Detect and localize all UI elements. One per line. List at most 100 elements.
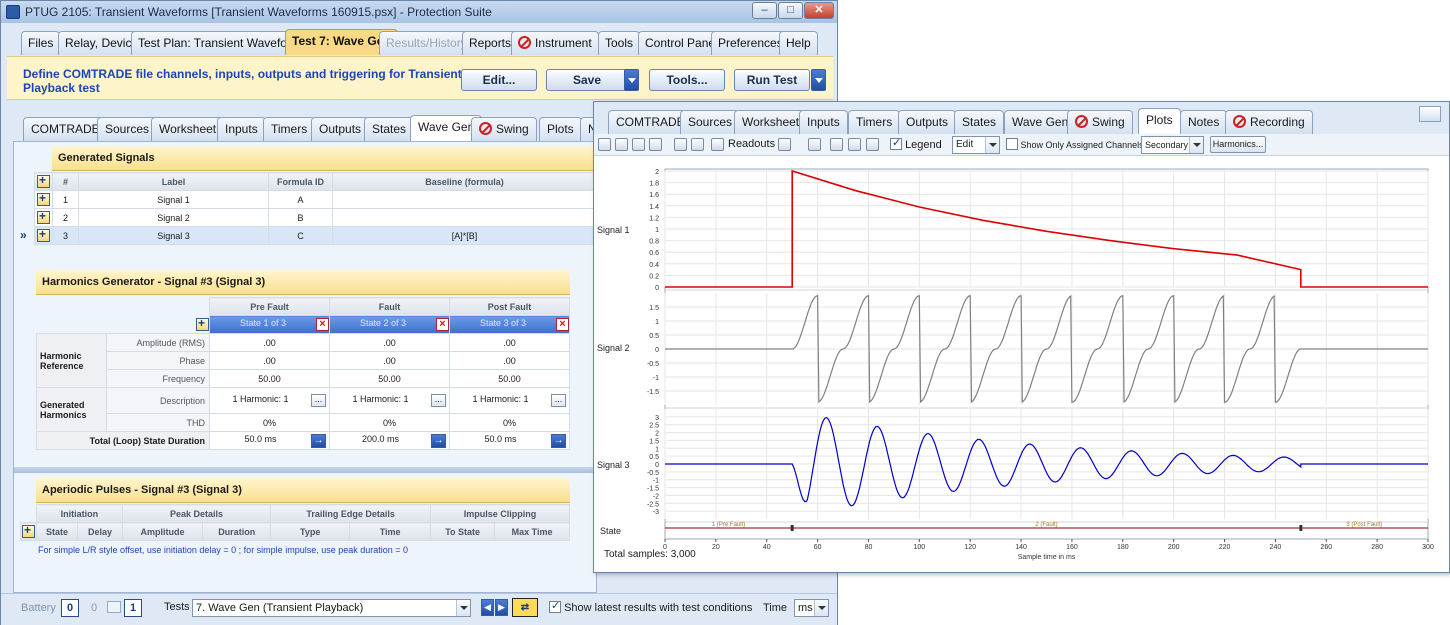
row-baseline[interactable] xyxy=(332,208,597,227)
print-icon[interactable] xyxy=(830,138,843,151)
tests-select[interactable]: 7. Wave Gen (Transient Playback) xyxy=(192,599,471,617)
duration-fault[interactable]: 200.0 ms → xyxy=(329,431,450,450)
add-row-icon[interactable] xyxy=(37,209,50,224)
checkbox-icon[interactable] xyxy=(549,599,561,613)
subtab-worksheet[interactable]: Worksheet xyxy=(151,117,225,141)
battery-value[interactable]: 0 xyxy=(61,599,79,617)
copy-icon[interactable] xyxy=(778,138,791,151)
tab-instrument[interactable]: Instrument xyxy=(511,31,599,55)
phase-pre[interactable]: .00 xyxy=(209,351,330,370)
subtab-plots[interactable]: Plots xyxy=(539,117,582,141)
tab-help[interactable]: Help xyxy=(779,31,818,55)
legend-toggle[interactable]: Legend xyxy=(890,136,942,151)
subtab-inputs[interactable]: Inputs xyxy=(799,110,848,134)
state-3-cell[interactable]: State 3 of 3 × xyxy=(449,315,570,334)
row-formula[interactable]: C xyxy=(268,226,333,245)
subtab-plots[interactable]: Plots xyxy=(1138,108,1181,134)
run-test-dropdown-arrow[interactable] xyxy=(811,69,826,91)
table-row-selected[interactable]: 3 Signal 3 C [A]*[B] xyxy=(34,226,597,245)
save-button[interactable]: Save xyxy=(546,69,628,91)
subtab-recording[interactable]: Recording xyxy=(1225,110,1313,134)
save-dropdown-arrow[interactable] xyxy=(624,69,639,91)
minimize-button[interactable]: – xyxy=(752,2,777,19)
prev-test-button[interactable]: ◀ xyxy=(481,599,494,616)
amplitude-pre[interactable]: .00 xyxy=(209,333,330,352)
frequency-fault[interactable]: 50.00 xyxy=(329,369,450,388)
save-icon[interactable] xyxy=(808,138,821,151)
delete-icon[interactable]: × xyxy=(436,318,449,331)
subtab-states[interactable]: States xyxy=(364,117,415,141)
show-assigned-toggle[interactable]: Show Only Assigned Channels xyxy=(1006,138,1144,150)
add-row-icon[interactable] xyxy=(37,227,50,242)
row-formula[interactable]: A xyxy=(268,190,333,209)
zoom-in-icon[interactable] xyxy=(632,138,645,151)
description-fault[interactable]: 1 Harmonic: 1... xyxy=(329,387,450,414)
duration-pre[interactable]: 50.0 ms → xyxy=(209,431,330,450)
maximize-button[interactable]: □ xyxy=(778,2,803,19)
subtab-comtrade[interactable]: COMTRADE xyxy=(23,117,108,141)
readouts-icon[interactable] xyxy=(711,138,724,151)
subtab-worksheet[interactable]: Worksheet xyxy=(734,110,808,134)
row-baseline[interactable]: [A]*[B] xyxy=(332,226,597,245)
checkbox-icon[interactable] xyxy=(1006,138,1018,150)
row-baseline[interactable] xyxy=(332,190,597,209)
subtab-wave-gen[interactable]: Wave Gen xyxy=(1004,110,1077,134)
cursor-pair-icon[interactable] xyxy=(691,138,704,151)
page-icon[interactable] xyxy=(848,138,861,151)
subtab-outputs[interactable]: Outputs xyxy=(898,110,957,134)
subtab-sources[interactable]: Sources xyxy=(97,117,158,141)
zoom-out-icon[interactable] xyxy=(649,138,662,151)
readouts-label[interactable]: Readouts xyxy=(728,138,775,150)
zoom-reset-icon[interactable] xyxy=(615,138,628,151)
tab-results-history[interactable]: Results/History xyxy=(379,31,474,55)
export-icon[interactable]: ⇄ xyxy=(512,598,538,617)
row-add-cell[interactable] xyxy=(34,190,53,209)
phase-post[interactable]: .00 xyxy=(449,351,570,370)
print-preview-icon[interactable] xyxy=(866,138,879,151)
row-add-cell[interactable] xyxy=(34,226,53,245)
row-label[interactable]: Signal 3 xyxy=(78,226,269,245)
add-signal-cell[interactable] xyxy=(34,172,53,191)
subtab-notes[interactable]: Notes xyxy=(1180,110,1228,134)
tools-button[interactable]: Tools... xyxy=(649,69,725,91)
subtab-states[interactable]: States xyxy=(954,110,1005,134)
amplitude-fault[interactable]: .00 xyxy=(329,333,450,352)
zoom-fit-icon[interactable] xyxy=(598,138,611,151)
add-state-icon[interactable] xyxy=(196,316,209,331)
amplitude-post[interactable]: .00 xyxy=(449,333,570,352)
browse-button[interactable]: ... xyxy=(551,394,566,407)
waveform-chart[interactable]: 00.20.40.60.811.21.41.61.82-1.5-1-0.500.… xyxy=(594,157,1449,572)
tab-files[interactable]: Files xyxy=(21,31,61,55)
splitter-handle[interactable] xyxy=(14,467,596,473)
frequency-pre[interactable]: 50.00 xyxy=(209,369,330,388)
description-post[interactable]: 1 Harmonic: 1... xyxy=(449,387,570,414)
table-row[interactable]: 1 Signal 1 A xyxy=(34,190,597,209)
description-pre[interactable]: 1 Harmonic: 1... xyxy=(209,387,330,414)
edit-dropdown[interactable]: Edit xyxy=(952,136,1000,154)
checkbox-icon[interactable] xyxy=(890,136,902,150)
time-unit-select[interactable]: ms xyxy=(794,599,829,617)
window-restore-icon[interactable] xyxy=(1419,106,1441,122)
delete-icon[interactable]: × xyxy=(556,318,569,331)
phase-fault[interactable]: .00 xyxy=(329,351,450,370)
cursor-icon[interactable] xyxy=(674,138,687,151)
next-test-button[interactable]: ▶ xyxy=(495,599,508,616)
browse-button[interactable]: ... xyxy=(311,394,326,407)
subtab-outputs[interactable]: Outputs xyxy=(311,117,370,141)
browse-button[interactable]: ... xyxy=(431,394,446,407)
goto-arrow-icon[interactable]: → xyxy=(311,433,326,448)
state-2-cell[interactable]: State 2 of 3 × xyxy=(329,315,450,334)
tab-preferences[interactable]: Preferences xyxy=(711,31,790,55)
add-state-cell[interactable] xyxy=(36,315,210,334)
show-latest-checkbox[interactable]: Show latest results with test conditions xyxy=(549,599,752,614)
secondary-dropdown[interactable]: Secondary xyxy=(1141,136,1204,154)
subtab-timers[interactable]: Timers xyxy=(263,117,316,141)
tab-reports[interactable]: Reports xyxy=(462,31,519,55)
subtab-timers[interactable]: Timers xyxy=(848,110,901,134)
count-b[interactable]: 1 xyxy=(124,599,142,617)
edit-button[interactable]: Edit... xyxy=(461,69,537,91)
add-pulse-cell[interactable] xyxy=(20,522,37,541)
delete-icon[interactable]: × xyxy=(316,318,329,331)
subtab-swing[interactable]: Swing xyxy=(1067,110,1133,134)
goto-arrow-icon[interactable]: → xyxy=(551,433,566,448)
